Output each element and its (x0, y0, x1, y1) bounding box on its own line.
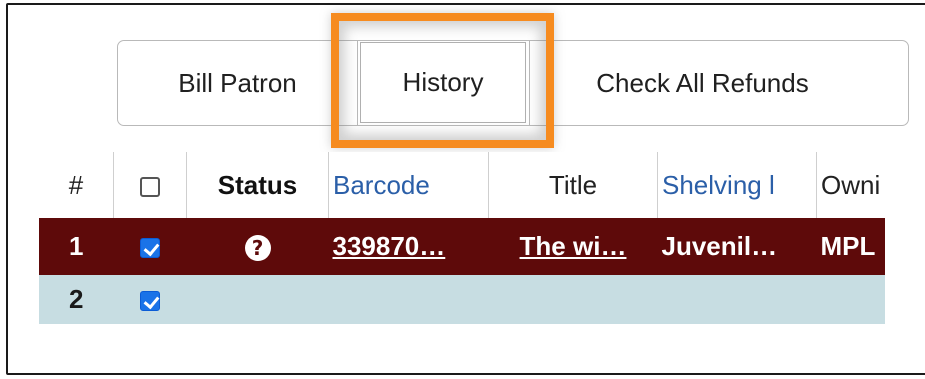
row-checkbox[interactable] (140, 238, 160, 259)
row-select-cell[interactable] (113, 218, 187, 275)
toolbar-button-group: Bill Patron History Check All Refunds (117, 40, 909, 126)
row-number: 1 (39, 218, 114, 275)
table-row[interactable]: 2 (39, 275, 885, 324)
table-row[interactable]: 1 ? 339870… The wi… Juvenil… MPL (39, 218, 885, 275)
header-owning-library[interactable]: Owni (816, 152, 885, 218)
bill-patron-button[interactable]: Bill Patron (118, 41, 358, 125)
header-title[interactable]: Title (488, 152, 658, 218)
title-link[interactable]: The wi… (488, 218, 658, 275)
shelving-location-cell: Juvenil… (657, 218, 817, 275)
question-icon[interactable]: ? (244, 235, 271, 261)
shelving-location-cell (657, 275, 817, 324)
status-cell: ? (186, 218, 329, 275)
title-cell (488, 275, 658, 324)
header-status[interactable]: Status (186, 152, 329, 218)
header-barcode[interactable]: Barcode (328, 152, 489, 218)
header-row-number: # (39, 152, 114, 218)
owning-library-cell (816, 275, 885, 324)
history-button-label: History (360, 42, 526, 123)
owning-library-cell: MPL (816, 218, 885, 275)
header-select-all[interactable] (113, 152, 187, 218)
row-select-cell[interactable] (113, 275, 187, 324)
row-number: 2 (39, 275, 114, 324)
transactions-table: # Status Barcode Title Shelving l Owni 1… (39, 152, 885, 324)
header-shelving-location[interactable]: Shelving l (657, 152, 817, 218)
barcode-link[interactable]: 339870… (328, 218, 489, 275)
select-all-checkbox[interactable] (140, 176, 160, 197)
row-checkbox[interactable] (140, 291, 160, 312)
table-header-row: # Status Barcode Title Shelving l Owni (39, 152, 885, 218)
barcode-cell (328, 275, 489, 324)
history-button[interactable]: History (358, 41, 530, 125)
status-cell (186, 275, 329, 324)
check-all-refunds-button[interactable]: Check All Refunds (530, 41, 875, 125)
